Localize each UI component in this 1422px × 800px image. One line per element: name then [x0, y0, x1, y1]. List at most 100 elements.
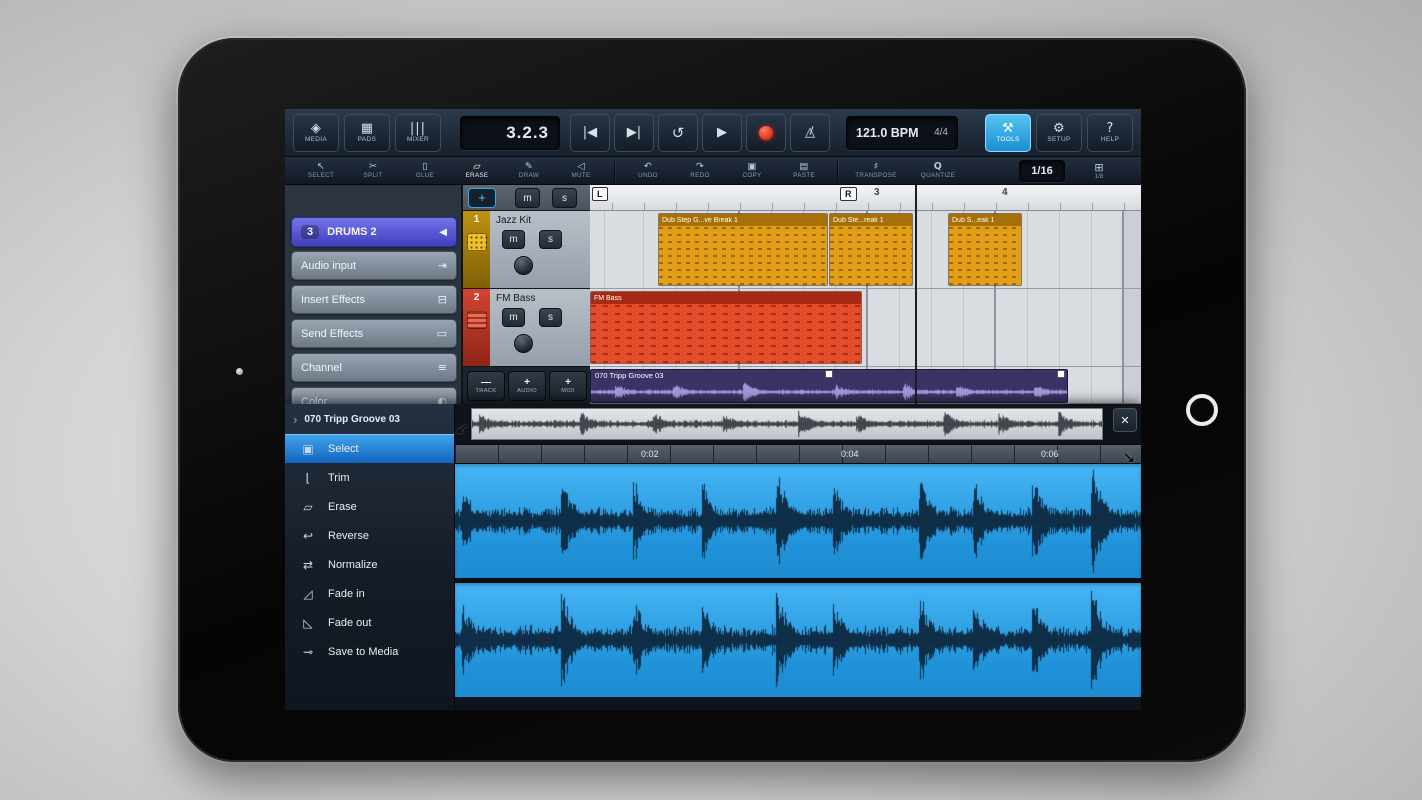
edit-toolbar: ↖ SELECT ✂ SPLIT ▯ GLUE ▱ ERASE ✎ DRAW ◁… — [285, 157, 1141, 185]
resize-handle-se-icon[interactable]: ↘ — [1122, 449, 1135, 467]
selected-track-button[interactable]: 3 DRUMS 2 ◀ — [291, 217, 457, 247]
select-tool-icon: ↖ — [316, 161, 326, 172]
inspector-item-channel[interactable]: Channel ≡ — [291, 353, 457, 382]
fade-out-icon: ◺ — [303, 615, 313, 630]
waveform-right-channel[interactable] — [455, 583, 1141, 697]
global-solo-button[interactable]: s — [552, 188, 577, 208]
copy-button[interactable]: ▣ COPY — [726, 158, 778, 184]
midi-notes-preview — [659, 226, 827, 285]
draw-tool-button[interactable]: ✎ DRAW — [503, 158, 555, 184]
record-icon — [759, 125, 773, 140]
editor-tool-select[interactable]: ▣ Select — [285, 434, 454, 463]
transpose-button[interactable]: ♯ TRANSPOSE — [845, 158, 907, 184]
right-locator[interactable]: R — [840, 187, 857, 201]
solo-button[interactable]: s — [539, 308, 562, 327]
track-lane-drums[interactable]: Dub Step G...ve Break 1 Dub Ste...reak 1… — [590, 211, 1141, 289]
channel-icon: ≡ — [437, 361, 447, 374]
editor-tool-fade-in[interactable]: ◿ Fade in — [285, 579, 454, 608]
go-to-start-button[interactable]: |◀ — [570, 113, 610, 152]
left-locator[interactable]: L — [592, 187, 608, 201]
global-mute-button[interactable]: m — [515, 188, 540, 208]
autoscroll-button[interactable]: + — [468, 188, 496, 208]
minus-icon: — — [481, 376, 491, 388]
midi-clip-dubstep-2[interactable]: Dub Ste...reak 1 — [829, 213, 913, 286]
erase-tool-button[interactable]: ▱ ERASE — [451, 158, 503, 184]
inspector-item-audio-input[interactable]: Audio input ⇥ — [291, 251, 457, 280]
volume-knob[interactable] — [514, 256, 533, 275]
selected-track-name: DRUMS 2 — [327, 226, 377, 238]
editor-tool-save-to-media[interactable]: ⊸ Save to Media — [285, 637, 454, 666]
quantize-button[interactable]: Q QUANTIZE — [907, 158, 969, 184]
transpose-icon: ♯ — [873, 161, 879, 172]
mic-dot — [236, 368, 243, 375]
track-lane-audio[interactable]: 070 Tripp Groove 03 — [590, 367, 1141, 404]
clip-name: FM Bass — [594, 294, 622, 302]
song-position-display: 3.2.3 — [460, 115, 560, 150]
setup-label: SETUP — [1047, 136, 1071, 143]
midi-clip-fm-bass[interactable]: FM Bass — [590, 291, 862, 364]
midi-clip-dubstep-1[interactable]: Dub Step G...ve Break 1 — [658, 213, 828, 286]
snap-grid-button[interactable]: ⊞ 1/8 — [1079, 162, 1119, 180]
redo-button[interactable]: ↷ REDO — [674, 158, 726, 184]
close-editor-button[interactable]: ✕ — [1113, 408, 1137, 432]
media-button[interactable]: ◈ MEDIA — [293, 113, 339, 152]
play-button[interactable]: ▶ — [702, 113, 742, 152]
collapse-chevron-icon[interactable]: › — [293, 412, 297, 427]
undo-button[interactable]: ↶ UNDO — [622, 158, 674, 184]
grid-value-display[interactable]: 1/16 — [1019, 159, 1065, 182]
volume-knob[interactable] — [514, 334, 533, 353]
plus-icon: + — [524, 376, 530, 388]
resize-handle-sw-icon[interactable]: ↙ — [456, 420, 469, 438]
inspector-item-send-effects[interactable]: Send Effects ▭ — [291, 319, 457, 348]
track-row-fm-bass[interactable]: 2 FM Bass m s — [463, 289, 590, 367]
audio-input-icon: ⇥ — [437, 259, 447, 272]
pads-button[interactable]: ▦ PADS — [344, 113, 390, 152]
paste-button[interactable]: ▤ PASTE — [778, 158, 830, 184]
bar-number: 4 — [1002, 187, 1008, 198]
editor-tool-normalize[interactable]: ⇄ Normalize — [285, 550, 454, 579]
add-audio-track-button[interactable]: + AUDIO — [508, 370, 546, 401]
editor-tool-reverse[interactable]: ↩ Reverse — [285, 521, 454, 550]
go-to-end-button[interactable]: ▶| — [614, 113, 654, 152]
mute-button[interactable]: m — [502, 308, 525, 327]
mixer-button[interactable]: ||| MIXER — [395, 113, 441, 152]
editor-timeline-ruler[interactable]: 0:02 0:04 0:06 ↘ — [455, 444, 1141, 467]
remove-track-button[interactable]: — TRACK — [467, 370, 505, 401]
save-to-media-icon: ⊸ — [302, 644, 314, 659]
clip-handle[interactable] — [825, 370, 833, 378]
editor-bottom-strip — [455, 697, 1141, 710]
mute-tool-button[interactable]: ◁ MUTE — [555, 158, 607, 184]
metronome-button[interactable]: △ — [790, 113, 830, 152]
editor-tool-trim[interactable]: ⌊ Trim — [285, 463, 454, 492]
paste-icon: ▤ — [799, 161, 809, 172]
clip-handle[interactable] — [1057, 370, 1065, 378]
mute-button[interactable]: m — [502, 230, 525, 249]
setup-button[interactable]: ⚙ SETUP — [1036, 113, 1082, 152]
glue-tool-button[interactable]: ▯ GLUE — [399, 158, 451, 184]
tools-button[interactable]: ⚒ TOOLS — [985, 113, 1031, 152]
track-lane-bass[interactable]: FM Bass — [590, 289, 1141, 367]
inspector-item-insert-effects[interactable]: Insert Effects ⊟ — [291, 285, 457, 314]
audio-clip-tripp-groove[interactable]: 070 Tripp Groove 03 — [590, 369, 1068, 403]
midi-clip-dubstep-3[interactable]: Dub S...eak 1 — [948, 213, 1022, 286]
record-button[interactable] — [746, 113, 786, 152]
timeline-ruler[interactable]: L R 3 4 — [590, 185, 1141, 211]
track-color-strip: 1 — [463, 211, 490, 288]
loop-button[interactable]: ↺ — [658, 113, 698, 152]
editor-tool-erase[interactable]: ▱ Erase — [285, 492, 454, 521]
help-button[interactable]: ? HELP — [1087, 113, 1133, 152]
select-icon: ▣ — [302, 441, 314, 456]
time-label: 0:04 — [841, 449, 859, 459]
sample-editor-title-row: › 070 Tripp Groove 03 — [285, 404, 454, 434]
select-tool-button[interactable]: ↖ SELECT — [295, 158, 347, 184]
toolbar-divider — [837, 160, 838, 181]
split-tool-button[interactable]: ✂ SPLIT — [347, 158, 399, 184]
track-row-jazz-kit[interactable]: 1 Jazz Kit m s — [463, 211, 590, 289]
waveform-left-channel[interactable] — [455, 464, 1141, 578]
add-midi-track-button[interactable]: + MIDI — [549, 370, 587, 401]
send-effects-icon: ▭ — [436, 327, 447, 340]
solo-button[interactable]: s — [539, 230, 562, 249]
editor-tool-fade-out[interactable]: ◺ Fade out — [285, 608, 454, 637]
waveform-overview[interactable] — [471, 408, 1103, 440]
track-number-badge: 3 — [301, 225, 320, 239]
